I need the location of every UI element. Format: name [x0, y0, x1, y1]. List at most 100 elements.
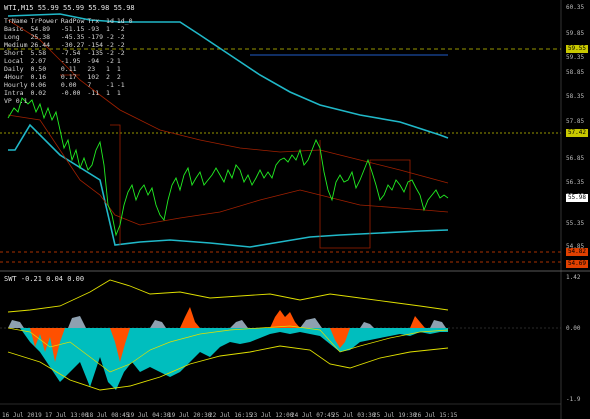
price-tick-label: 59.35 [566, 54, 585, 61]
stats-cell: 0.17 [60, 73, 77, 81]
stats-cell [30, 97, 60, 105]
stats-cell: -0.00 [60, 89, 81, 97]
stats-cell [87, 97, 106, 105]
stats-cell: 4Hour [4, 73, 24, 81]
price-highlight-label: 57.42 [565, 129, 588, 137]
stats-row: Short 5.58 -7.54 -135 -2 -2 [4, 49, 136, 57]
stats-cell: 1 [116, 57, 121, 65]
stats-cell: -93 [87, 25, 100, 33]
stats-cell: 7 [87, 81, 92, 89]
price-tick-label: 56.85 [566, 155, 585, 162]
stats-row: 4Hour 0.16 0.17 102 2 2 [4, 73, 136, 81]
price-highlight-label: 59.55 [565, 45, 588, 53]
stats-cell: 0.16 [30, 73, 47, 81]
stats-cell: 0.50 [30, 65, 47, 73]
price-tick-label: 58.85 [566, 69, 585, 76]
stats-cell [117, 97, 136, 105]
stats-cell: 1 [116, 89, 121, 97]
stats-cell: -11 [87, 89, 100, 97]
stats-cell: -2 [116, 49, 125, 57]
stats-row: Local 2.07 -1.95 -94 -2 1 [4, 57, 136, 65]
stats-cell: -30.27 [60, 41, 85, 49]
stats-cell: VP 0.1 [4, 97, 28, 105]
stats-cell: Medium [4, 41, 28, 49]
price-tick-label: 55.35 [566, 220, 585, 227]
stats-cell: -51.15 [60, 25, 85, 33]
price-highlight-label: 54.69 [565, 260, 588, 268]
stats-cell: -2 [106, 57, 114, 65]
stats-cell: 0.00 [60, 81, 77, 89]
stats-cell [106, 97, 117, 105]
time-tick-label: 16 Jul 2019 [2, 412, 42, 419]
price-tick-label: 56.35 [566, 179, 585, 186]
stats-cell: Local [4, 57, 24, 65]
stats-cell: -2 [106, 49, 114, 57]
stats-cell: 0.02 [30, 89, 47, 97]
header-trname: TrName [4, 17, 28, 25]
price-tick-label: 57.85 [566, 118, 585, 125]
stats-cell: 25.38 [30, 33, 51, 41]
stats-row: Intra 0.02 -0.00 -11 1 1 [4, 89, 136, 97]
stats-cell: -2 [116, 33, 125, 41]
stats-cell: -179 [87, 33, 104, 41]
stats-cell: 1 [116, 65, 121, 73]
stats-cell: -2 [116, 25, 125, 33]
time-tick-label: 24 Jul 07:45 [291, 412, 335, 419]
swt-oscillator-chart[interactable] [0, 272, 590, 419]
stats-cell: Intra [4, 89, 24, 97]
stats-cell: Daily [4, 65, 24, 73]
stats-cell: -7.54 [60, 49, 81, 57]
stats-cell: -94 [87, 57, 100, 65]
swt-header: SWT -0.21 0.04 0.00 [4, 275, 85, 283]
stats-cell: 0.06 [30, 81, 47, 89]
symbol-header: WTI,M15 55.99 55.99 55.98 55.98 [4, 4, 135, 12]
time-tick-label: 25 Jul 03:30 [332, 412, 376, 419]
swt-tick-label: 1.42 [566, 274, 581, 281]
stats-cell: -2 [106, 33, 114, 41]
header-trpower: TrPower [30, 17, 58, 25]
stats-cell: 1 [106, 89, 110, 97]
time-tick-label: 26 Jul 15:15 [414, 412, 458, 419]
time-tick-label: 25 Jul 19:30 [373, 412, 417, 419]
price-tick-label: 60.35 [566, 4, 585, 11]
time-tick-label: 22 Jul 16:15 [209, 412, 253, 419]
price-highlight-label: 54.82 [565, 248, 588, 256]
stats-row: Daily 0.50 0.11 23 1 1 [4, 65, 136, 73]
stats-row: Medium 26.44 -30.27 -154 -2 -2 [4, 41, 136, 49]
stats-cell: Short [4, 49, 24, 57]
time-tick-label: 19 Jul 20:30 [168, 412, 212, 419]
stats-header-row: TrName TrPower RadPow Trx 1d 1d_0 [4, 17, 136, 25]
header-1d0: 1d_0 [116, 17, 133, 25]
stats-cell: 5.58 [30, 49, 47, 57]
stats-cell: Long [4, 33, 20, 41]
stats-cell: 23 [87, 65, 96, 73]
stats-cell: -154 [87, 41, 104, 49]
stats-table: TrName TrPower RadPow Trx 1d 1d_0 Basic 5… [4, 17, 136, 105]
header-radpow: RadPow [60, 17, 85, 25]
stats-cell: -1 [106, 81, 114, 89]
stats-cell: 1 [106, 65, 110, 73]
stats-cell: -2 [106, 41, 114, 49]
time-tick-label: 23 Jul 12:00 [250, 412, 294, 419]
stats-cell: -135 [87, 49, 104, 57]
price-tick-label: 59.85 [566, 30, 585, 37]
stats-cell: 1 [106, 25, 110, 33]
stats-row: Long 25.38 -45.35 -179 -2 -2 [4, 33, 136, 41]
stats-cell: 102 [87, 73, 100, 81]
stats-cell: -1 [116, 81, 125, 89]
stats-cell: -45.35 [60, 33, 85, 41]
header-1d: 1d [106, 17, 114, 25]
time-tick-label: 17 Jul 13:00 [45, 412, 89, 419]
stats-row: Basic 54.89 -51.15 -93 1 -2 [4, 25, 136, 33]
header-trx: Trx [87, 17, 100, 25]
stats-cell: -1.95 [60, 57, 81, 65]
stats-row: Hourly 0.06 0.00 7 -1 -1 [4, 81, 136, 89]
stats-cell: Basic [4, 25, 24, 33]
stats-cell: 0.11 [60, 65, 77, 73]
stats-cell: 2 [106, 73, 110, 81]
price-highlight-label: 55.98 [565, 194, 588, 202]
stats-cell [61, 97, 87, 105]
price-tick-label: 58.35 [566, 93, 585, 100]
stats-cell: -2 [116, 41, 125, 49]
stats-cell: 2.07 [30, 57, 47, 65]
